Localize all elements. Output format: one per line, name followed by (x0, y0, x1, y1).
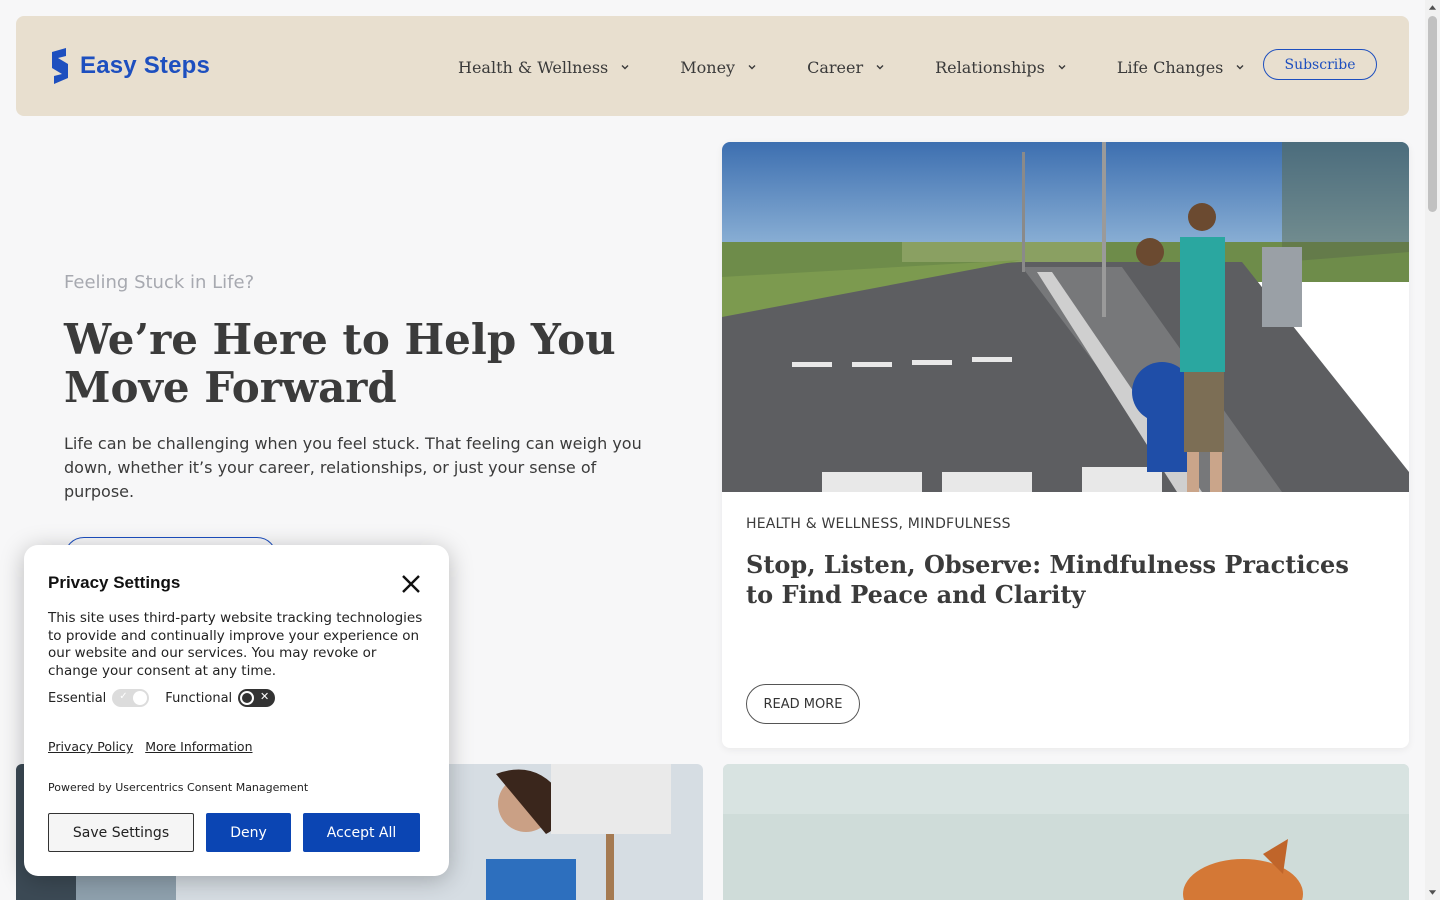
functional-toggle[interactable]: ✕ (238, 689, 276, 707)
chevron-down-icon (1236, 65, 1244, 70)
hero-eyebrow: Feeling Stuck in Life? (64, 272, 255, 293)
x-icon: ✕ (259, 690, 270, 703)
scrollbar-thumb[interactable] (1428, 16, 1437, 212)
dialog-title: Privacy Settings (48, 573, 181, 592)
scroll-up-icon[interactable] (1428, 2, 1437, 12)
nav-item-label: Relationships (935, 57, 1045, 77)
nav-item-label: Money (680, 57, 736, 77)
nav-item-label: Health & Wellness (458, 57, 609, 77)
article-image (723, 764, 1409, 900)
close-icon[interactable] (400, 573, 422, 595)
article-image[interactable] (722, 142, 1409, 492)
subscribe-button[interactable]: Subscribe (1263, 49, 1377, 80)
toggle-label-essential: Essential (48, 690, 107, 706)
toggle-label-functional: Functional (165, 690, 233, 706)
article-title[interactable]: Stop, Listen, Observe: Mindfulness Pract… (746, 550, 1366, 610)
chevron-down-icon (621, 65, 629, 70)
nav-item-money[interactable]: Money (680, 54, 757, 80)
scroll-down-icon[interactable] (1428, 888, 1437, 898)
more-information-link[interactable]: More Information (145, 739, 252, 754)
deny-button[interactable]: Deny (206, 813, 291, 852)
privacy-policy-link[interactable]: Privacy Policy (48, 739, 133, 754)
nav-item-life-changes[interactable]: Life Changes (1117, 54, 1246, 80)
nav-item-label: Life Changes (1116, 57, 1224, 77)
consent-toggles: Essential ✓ Functional ✕ (48, 689, 291, 707)
read-more-button[interactable]: READ MORE (746, 684, 860, 724)
nav-item-label: Career (807, 57, 864, 77)
nav-item-relationships[interactable]: Relationships (935, 54, 1067, 80)
hero-description: Life can be challenging when you feel st… (64, 434, 642, 501)
article-thumbnail-cat[interactable] (723, 764, 1409, 900)
site-header: Easy Steps Health & Wellness Money Caree… (16, 16, 1409, 116)
save-settings-button[interactable]: Save Settings (48, 813, 194, 852)
chevron-down-icon (748, 65, 756, 70)
dialog-links: Privacy Policy More Information (48, 739, 253, 754)
nav-item-health-wellness[interactable]: Health & Wellness (458, 54, 630, 80)
powered-by-text: Powered by Usercentrics Consent Manageme… (48, 781, 309, 794)
check-icon: ✓ (119, 691, 128, 702)
dialog-description: This site uses third-party website track… (48, 610, 423, 679)
logo[interactable]: Easy Steps (48, 48, 210, 84)
main-nav: Health & Wellness Money Career Relations… (458, 54, 1295, 80)
featured-article-card: HEALTH & WELLNESS, MINDFULNESS Stop, Lis… (722, 142, 1409, 748)
chevron-down-icon (876, 65, 884, 70)
essential-toggle: ✓ (112, 689, 150, 707)
privacy-settings-dialog: Privacy Settings This site uses third-pa… (24, 545, 449, 876)
brand-name: Easy Steps (80, 52, 211, 79)
hero-title: We’re Here to Help You Move Forward (64, 315, 616, 412)
chevron-down-icon (1058, 65, 1066, 70)
page-scrollbar[interactable] (1425, 0, 1440, 900)
nav-item-career[interactable]: Career (807, 54, 885, 80)
logo-icon (52, 48, 68, 84)
article-categories[interactable]: HEALTH & WELLNESS, MINDFULNESS (746, 516, 1011, 532)
accept-all-button[interactable]: Accept All (303, 813, 420, 852)
